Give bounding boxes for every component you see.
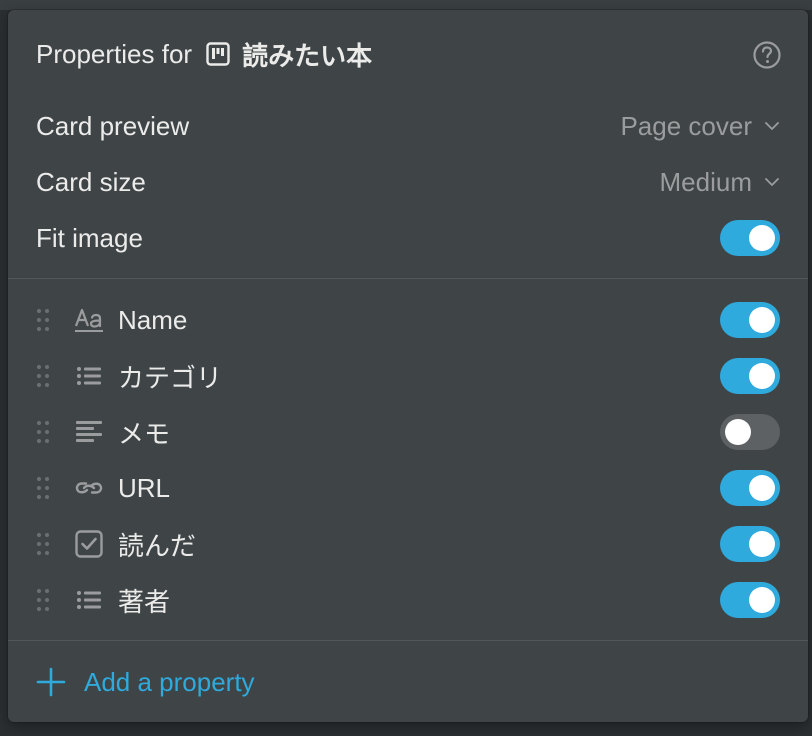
card-preview-value: Page cover bbox=[620, 110, 752, 141]
toggle-knob bbox=[749, 475, 775, 501]
property-label: 読んだ bbox=[118, 530, 197, 561]
property-visibility-toggle[interactable] bbox=[720, 582, 780, 618]
property-row-read: 読んだ bbox=[36, 522, 780, 566]
backdrop-strip bbox=[0, 0, 812, 10]
fit-image-toggle[interactable] bbox=[720, 220, 780, 256]
toggle-knob bbox=[749, 363, 775, 389]
panel-header: Properties for 読みたい本 bbox=[36, 36, 372, 72]
toggle-knob bbox=[725, 419, 751, 445]
fit-image-label: Fit image bbox=[36, 222, 143, 253]
property-visibility-toggle[interactable] bbox=[720, 358, 780, 394]
property-label: メモ bbox=[118, 418, 171, 449]
property-row-memo: メモ bbox=[36, 410, 780, 454]
card-size-value: Medium bbox=[659, 166, 752, 197]
add-property-label: Add a property bbox=[84, 666, 255, 697]
drag-handle-icon[interactable] bbox=[36, 531, 50, 557]
plus-icon bbox=[36, 667, 66, 697]
property-visibility-toggle[interactable] bbox=[720, 470, 780, 506]
property-label: カテゴリ bbox=[118, 362, 223, 393]
card-size-label: Card size bbox=[36, 166, 146, 197]
fit-image-row: Fit image bbox=[36, 216, 780, 260]
property-visibility-toggle[interactable] bbox=[720, 414, 780, 450]
drag-handle-icon[interactable] bbox=[36, 363, 50, 389]
properties-panel: Properties for 読みたい本 Card preview Page c… bbox=[8, 10, 808, 722]
multi-select-list-icon bbox=[77, 367, 101, 385]
board-icon bbox=[206, 42, 230, 66]
title-aa-icon bbox=[74, 308, 103, 332]
toggle-knob bbox=[749, 587, 775, 613]
property-row-author: 著者 bbox=[36, 578, 780, 622]
database-title: 読みたい本 bbox=[242, 40, 373, 71]
multi-select-list-icon bbox=[77, 591, 101, 609]
property-row-name: Name bbox=[36, 298, 780, 342]
help-circle-icon[interactable] bbox=[752, 40, 782, 70]
card-preview-select[interactable]: Page cover bbox=[620, 111, 780, 142]
checkbox-icon bbox=[75, 530, 103, 558]
section-divider bbox=[8, 640, 808, 641]
toggle-knob bbox=[749, 531, 775, 557]
card-size-row[interactable]: Card size Medium bbox=[36, 160, 780, 204]
property-label: Name bbox=[118, 304, 188, 335]
toggle-knob bbox=[749, 307, 775, 333]
property-label: 著者 bbox=[118, 586, 171, 617]
chevron-down-icon bbox=[765, 122, 779, 130]
property-visibility-toggle[interactable] bbox=[720, 526, 780, 562]
card-size-select[interactable]: Medium bbox=[660, 167, 780, 198]
card-preview-label: Card preview bbox=[36, 110, 190, 141]
toggle-knob bbox=[749, 225, 775, 251]
drag-handle-icon[interactable] bbox=[36, 587, 50, 613]
property-row-url: URL bbox=[36, 466, 780, 510]
link-icon bbox=[75, 482, 103, 494]
chevron-down-icon bbox=[765, 178, 779, 186]
card-preview-row[interactable]: Card preview Page cover bbox=[36, 104, 780, 148]
header-prefix: Properties for bbox=[36, 38, 193, 69]
section-divider bbox=[8, 278, 808, 279]
drag-handle-icon[interactable] bbox=[36, 307, 50, 333]
property-visibility-toggle[interactable] bbox=[720, 302, 780, 338]
drag-handle-icon[interactable] bbox=[36, 419, 50, 445]
drag-handle-icon[interactable] bbox=[36, 475, 50, 501]
property-row-category: カテゴリ bbox=[36, 354, 780, 398]
property-label: URL bbox=[118, 472, 171, 503]
add-property-button[interactable]: Add a property bbox=[36, 660, 255, 704]
text-lines-icon bbox=[76, 421, 102, 442]
